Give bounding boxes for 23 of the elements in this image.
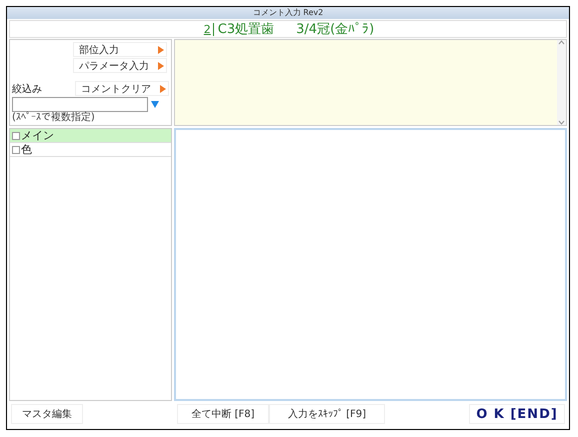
checkbox[interactable] (12, 146, 20, 154)
stop-all-button[interactable]: 全て中断 [F8] (177, 404, 269, 424)
window-title: コメント入力 Rev2 (7, 7, 569, 19)
crown-name: 3/4冠(金ﾊﾟﾗ) (296, 21, 374, 38)
side-button[interactable]: コメントクリア (75, 81, 169, 96)
checkbox[interactable] (12, 132, 20, 140)
filter-field[interactable] (12, 97, 148, 112)
skip-input-button[interactable]: 入力をｽｷｯﾌﾟ [F9] (269, 404, 385, 424)
scroll-up-icon[interactable] (558, 40, 565, 45)
ok-button[interactable]: O K [END] (469, 404, 565, 424)
scrollbar[interactable] (557, 40, 566, 125)
scroll-down-icon[interactable] (558, 120, 565, 125)
list-item[interactable]: 色 (10, 143, 171, 157)
side-button[interactable]: 部位入力 (73, 42, 167, 57)
item-number: 2 (202, 22, 214, 36)
dropdown-icon[interactable] (151, 101, 159, 108)
filter-hint: (ｽﾍﾟｰｽで複数指定) (12, 113, 96, 123)
side-button[interactable]: パラメータ入力 (73, 58, 167, 73)
master-edit-button[interactable]: マスタ編集 (11, 404, 83, 424)
filter-label: 絞込み (12, 82, 42, 96)
comment-editor[interactable] (174, 128, 567, 401)
treatment-name: C3処置歯 (218, 21, 274, 38)
list-item[interactable]: メイン (10, 129, 171, 143)
